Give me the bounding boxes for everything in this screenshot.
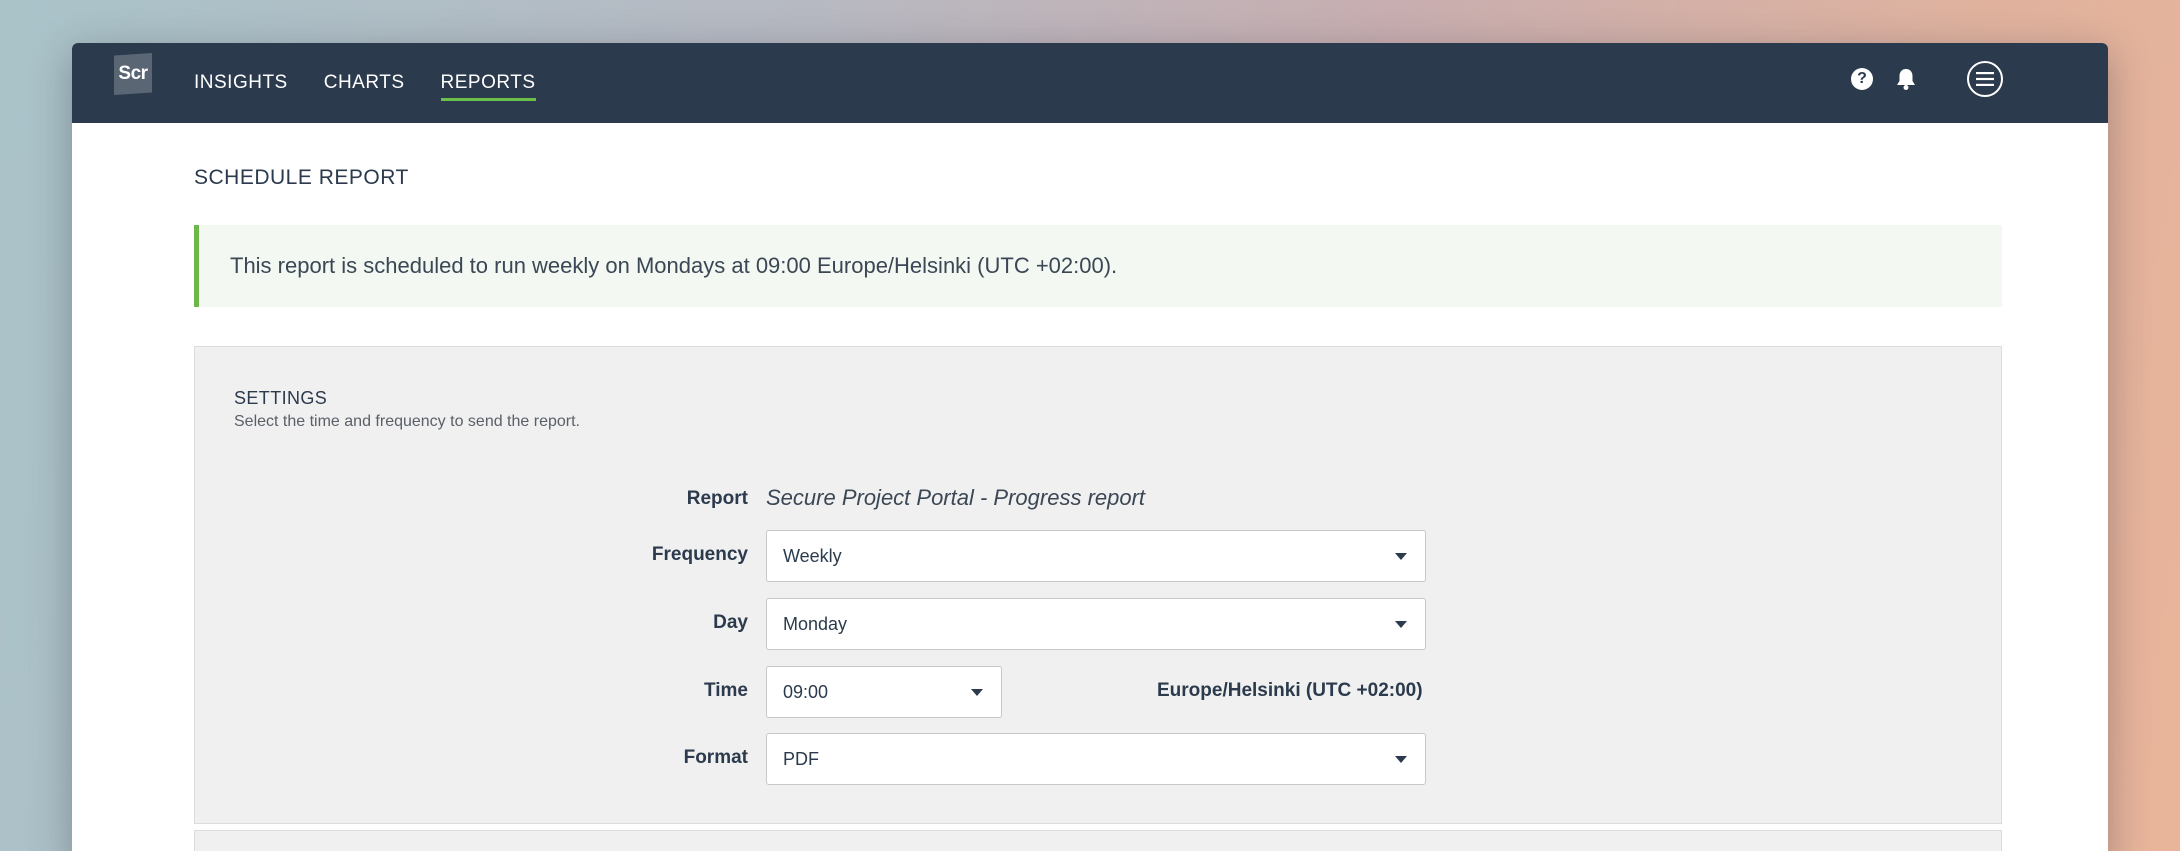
timezone-label: Europe/Helsinki (UTC +02:00) (1157, 680, 1423, 701)
chevron-down-icon (1395, 553, 1407, 560)
day-label: Day (713, 612, 748, 633)
nav-item-reports[interactable]: REPORTS (440, 72, 536, 101)
report-name: Secure Project Portal - Progress report (766, 485, 1146, 510)
bell-icon[interactable] (1895, 67, 1917, 91)
format-value: PDF (783, 748, 819, 769)
help-icon[interactable]: ? (1851, 68, 1873, 90)
time-label: Time (703, 680, 748, 701)
frequency-select[interactable]: Weekly (766, 530, 1426, 582)
app-logo[interactable]: Scr (114, 53, 152, 95)
format-label: Format (683, 747, 748, 768)
menu-icon[interactable] (1967, 61, 2003, 97)
top-icons: ? (1851, 61, 2003, 97)
format-select[interactable]: PDF (766, 733, 1426, 785)
report-label: Report (686, 488, 748, 509)
chevron-down-icon (1395, 756, 1407, 763)
frequency-value: Weekly (783, 545, 842, 566)
top-navigation-bar: Scr INSIGHTS CHARTS REPORTS ? (72, 43, 2108, 123)
day-select[interactable]: Monday (766, 598, 1426, 650)
time-value: 09:00 (783, 681, 829, 702)
main-content: SCHEDULE REPORT This report is scheduled… (72, 166, 2108, 851)
frequency-label: Frequency (651, 544, 748, 565)
chevron-down-icon (1395, 621, 1407, 628)
settings-panel: SETTINGS Select the time and frequency t… (194, 346, 2002, 824)
app-window: Scr INSIGHTS CHARTS REPORTS ? SCHEDULE R… (72, 43, 2108, 851)
alert-text: This report is scheduled to run weekly o… (230, 253, 1118, 278)
time-select[interactable]: 09:00 (766, 666, 1002, 718)
nav-item-insights[interactable]: INSIGHTS (194, 72, 288, 101)
page-title: SCHEDULE REPORT (194, 166, 409, 189)
chevron-down-icon (971, 689, 983, 696)
nav-item-charts[interactable]: CHARTS (324, 72, 405, 101)
next-settings-panel (194, 830, 2002, 851)
day-value: Monday (783, 613, 848, 634)
settings-title: SETTINGS (234, 388, 328, 408)
schedule-info-alert: This report is scheduled to run weekly o… (194, 225, 2002, 307)
settings-subtitle: Select the time and frequency to send th… (234, 413, 580, 430)
main-nav: INSIGHTS CHARTS REPORTS (194, 43, 536, 123)
